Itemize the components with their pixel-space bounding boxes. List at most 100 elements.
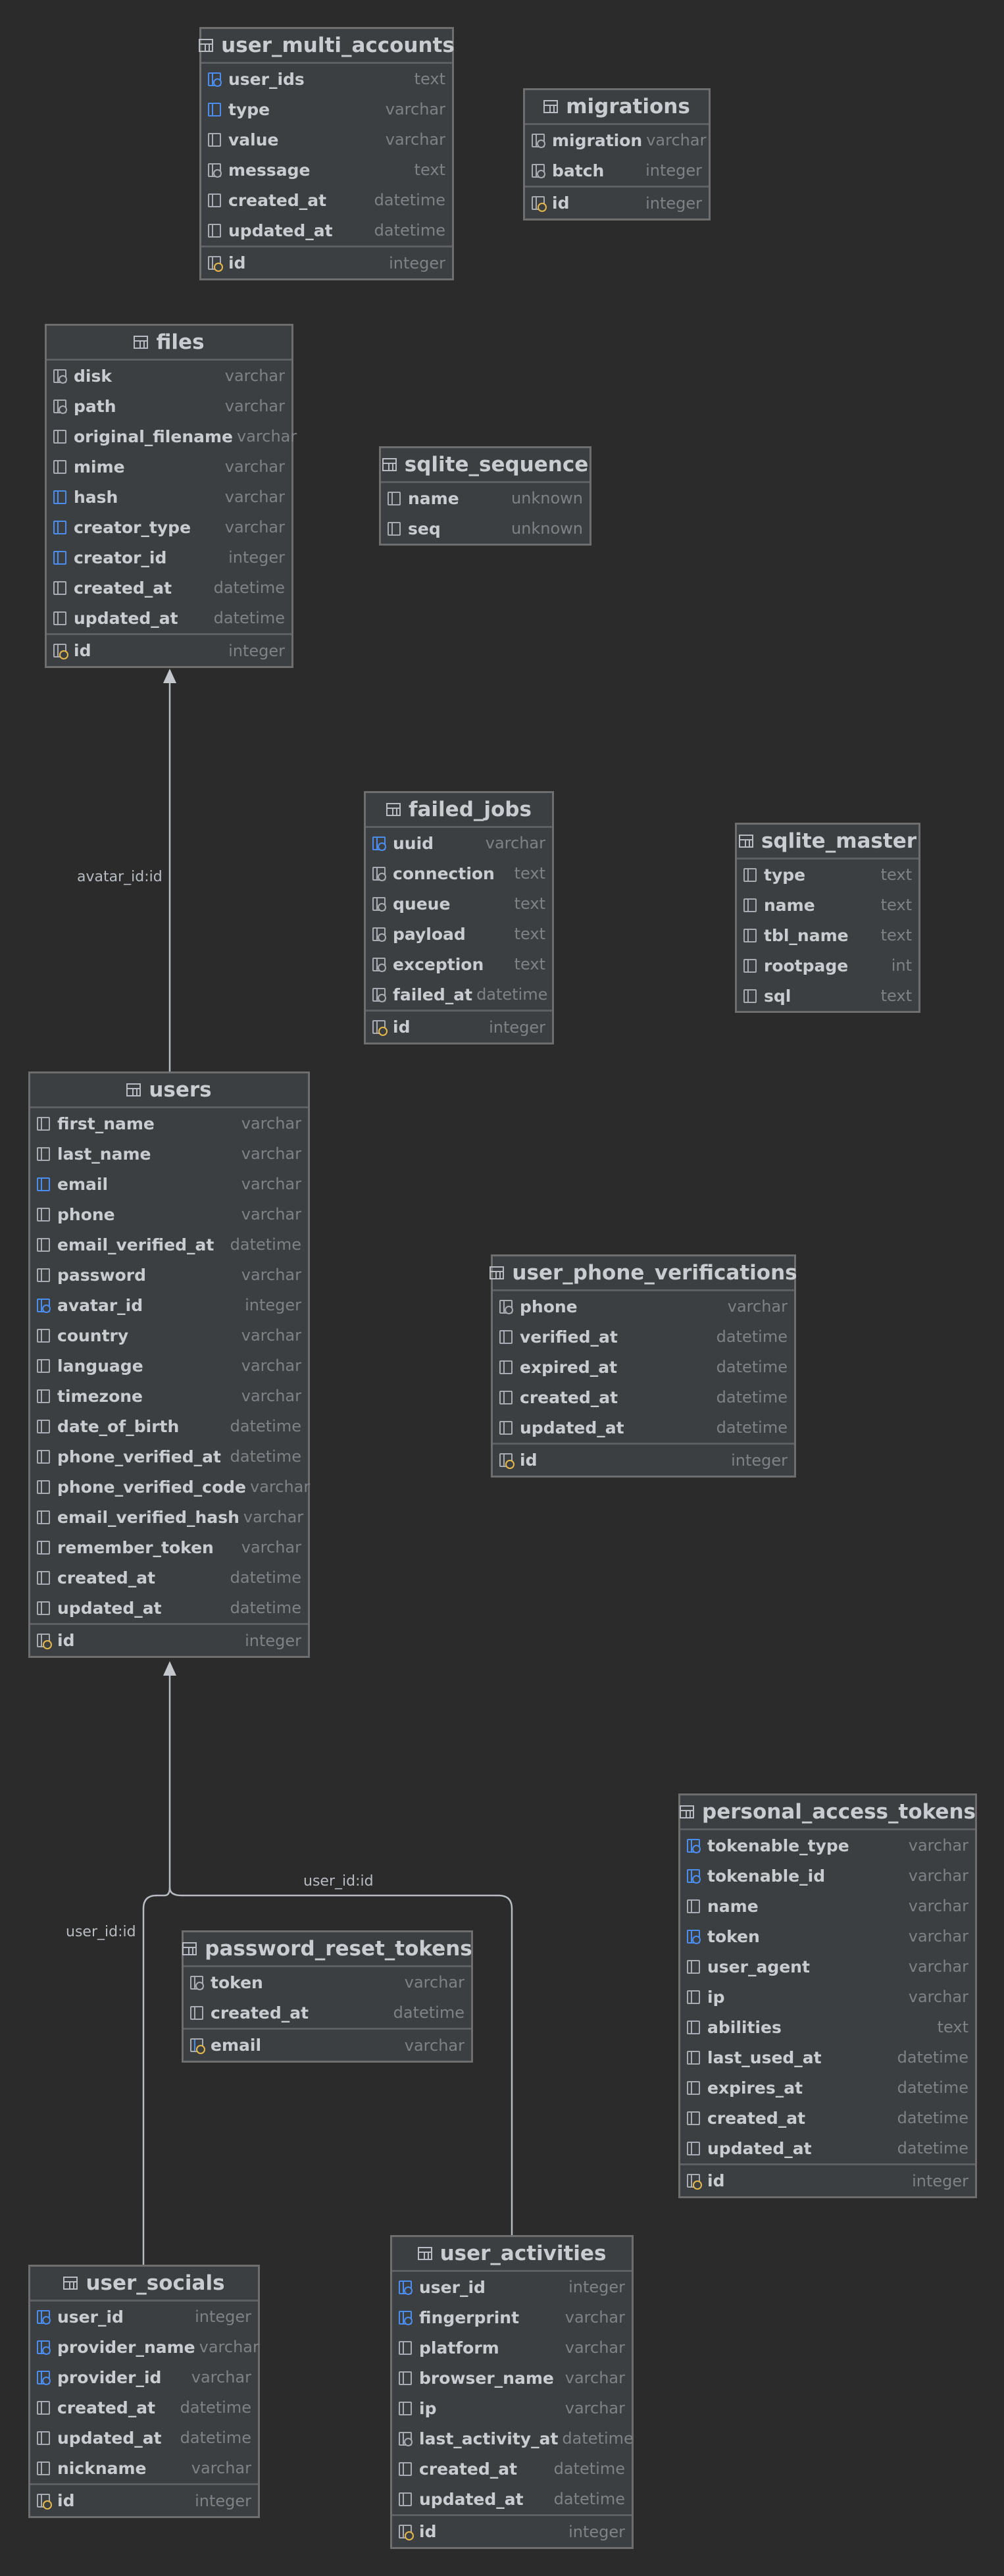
column-row[interactable]: verified_at datetime (493, 1322, 794, 1352)
column-row[interactable]: phone_verified_at datetime (30, 1441, 308, 1472)
column-row[interactable]: value varchar (201, 124, 452, 155)
table-header[interactable]: users (30, 1073, 308, 1108)
column-row[interactable]: browser_name varchar (392, 2363, 632, 2393)
table-header[interactable]: user_socials (30, 2267, 258, 2302)
column-row[interactable]: type varchar (201, 94, 452, 124)
column-row[interactable]: created_at datetime (30, 2392, 258, 2423)
column-row[interactable]: seq unknown (381, 513, 590, 544)
column-row[interactable]: created_at datetime (680, 2103, 975, 2133)
column-row[interactable]: name unknown (381, 483, 590, 513)
primary-key-row[interactable]: id integer (30, 1623, 308, 1656)
column-row[interactable]: migration varchar (525, 125, 709, 155)
column-row[interactable]: email varchar (30, 1169, 308, 1199)
table-files[interactable]: files disk varchar path varchar original_file… (45, 324, 297, 668)
table-header[interactable]: password_reset_tokens (182, 1932, 472, 1967)
column-row[interactable]: updated_at datetime (47, 603, 291, 633)
column-row[interactable]: last_used_at datetime (680, 2042, 975, 2073)
table-header[interactable]: failed_jobs (366, 793, 552, 828)
column-row[interactable]: language varchar (30, 1351, 308, 1381)
primary-key-row[interactable]: id integer (201, 245, 452, 278)
column-row[interactable]: tokenable_id varchar (680, 1861, 975, 1891)
column-row[interactable]: exception text (366, 949, 552, 979)
column-row[interactable]: updated_at datetime (392, 2484, 632, 2514)
column-row[interactable]: type text (737, 860, 918, 890)
column-row[interactable]: phone_verified_code varchar (30, 1472, 310, 1502)
column-row[interactable]: updated_at datetime (30, 2423, 258, 2453)
column-row[interactable]: tbl_name text (737, 920, 918, 950)
column-row[interactable]: user_ids text (201, 64, 452, 94)
column-row[interactable]: date_of_birth datetime (30, 1411, 308, 1441)
column-row[interactable]: hash varchar (47, 482, 291, 512)
column-row[interactable]: created_at datetime (30, 1562, 308, 1593)
column-row[interactable]: nickname varchar (30, 2453, 258, 2483)
column-row[interactable]: queue text (366, 889, 552, 919)
table-header[interactable]: user_phone_verifications (489, 1256, 797, 1291)
column-row[interactable]: rootpage int (737, 950, 918, 981)
primary-key-row[interactable]: id integer (366, 1010, 552, 1043)
primary-key-row[interactable]: id integer (493, 1443, 794, 1476)
column-row[interactable]: last_activity_at datetime (392, 2423, 634, 2454)
column-row[interactable]: updated_at datetime (493, 1412, 794, 1443)
column-row[interactable]: creator_id integer (47, 542, 291, 573)
column-row[interactable]: message text (201, 155, 452, 185)
column-row[interactable]: path varchar (47, 391, 291, 421)
column-row[interactable]: provider_name varchar (30, 2332, 259, 2362)
column-row[interactable]: mime varchar (47, 451, 291, 482)
column-row[interactable]: password varchar (30, 1260, 308, 1290)
table-header[interactable]: user_multi_accounts (199, 29, 455, 64)
table-sqlite-master[interactable]: sqlite_master type text name text tbl_name tex… (735, 823, 920, 1013)
column-row[interactable]: created_at datetime (493, 1382, 794, 1412)
column-row[interactable]: phone varchar (493, 1291, 794, 1322)
column-row[interactable]: created_at datetime (201, 185, 452, 215)
column-row[interactable]: first_name varchar (30, 1108, 308, 1139)
column-row[interactable]: name varchar (680, 1891, 975, 1921)
primary-key-row[interactable]: id integer (30, 2483, 258, 2516)
column-row[interactable]: avatar_id integer (30, 1290, 308, 1320)
column-row[interactable]: updated_at datetime (201, 215, 452, 245)
table-user-socials[interactable]: user_socials user_id integer provider_name v… (28, 2265, 260, 2518)
table-users[interactable]: users first_name varchar last_name varchar em… (28, 1071, 310, 1658)
column-row[interactable]: tokenable_type varchar (680, 1830, 975, 1861)
table-personal-access-tokens[interactable]: personal_access_tokens tokenable_type varc… (678, 1793, 977, 2198)
primary-key-row[interactable]: id integer (392, 2514, 632, 2547)
table-user-multi-accounts[interactable]: user_multi_accounts user_ids text type varch… (199, 27, 455, 280)
column-row[interactable]: token varchar (680, 1921, 975, 1951)
column-row[interactable]: payload text (366, 919, 552, 949)
column-row[interactable]: user_agent varchar (680, 1951, 975, 1982)
column-row[interactable]: country varchar (30, 1320, 308, 1351)
column-row[interactable]: failed_at datetime (366, 979, 552, 1010)
column-row[interactable]: batch integer (525, 155, 709, 186)
column-row[interactable]: token varchar (184, 1967, 471, 1997)
table-user-activities[interactable]: user_activities user_id integer fingerprint… (390, 2235, 634, 2549)
table-header[interactable]: sqlite_master (737, 825, 918, 860)
column-row[interactable]: sql text (737, 981, 918, 1011)
column-row[interactable]: expires_at datetime (680, 2073, 975, 2103)
column-row[interactable]: last_name varchar (30, 1139, 308, 1169)
column-row[interactable]: original_filename varchar (47, 421, 297, 451)
column-row[interactable]: email_verified_hash varchar (30, 1502, 308, 1532)
table-migrations[interactable]: migrations migration varchar batch integer id… (523, 88, 711, 220)
column-row[interactable]: fingerprint varchar (392, 2302, 632, 2332)
relation-line[interactable] (142, 1664, 171, 2265)
column-row[interactable]: remember_token varchar (30, 1532, 308, 1562)
column-row[interactable]: updated_at datetime (30, 1593, 308, 1623)
table-header[interactable]: migrations (525, 90, 709, 125)
column-row[interactable]: connection text (366, 858, 552, 889)
column-row[interactable]: uuid varchar (366, 828, 552, 858)
table-header[interactable]: files (47, 326, 291, 361)
table-password-reset-tokens[interactable]: password_reset_tokens token varchar created… (182, 1930, 473, 2063)
table-header[interactable]: user_activities (392, 2237, 632, 2272)
column-row[interactable]: phone varchar (30, 1199, 308, 1229)
column-row[interactable]: ip varchar (680, 1982, 975, 2012)
table-failed-jobs[interactable]: failed_jobs uuid varchar connection text queu… (364, 791, 554, 1044)
column-row[interactable]: created_at datetime (392, 2454, 632, 2484)
column-row[interactable]: email_verified_at datetime (30, 1229, 308, 1260)
column-row[interactable]: abilities text (680, 2012, 975, 2042)
column-row[interactable]: platform varchar (392, 2332, 632, 2363)
column-row[interactable]: disk varchar (47, 361, 291, 391)
column-row[interactable]: created_at datetime (184, 1997, 471, 2028)
column-row[interactable]: updated_at datetime (680, 2133, 975, 2163)
column-row[interactable]: name text (737, 890, 918, 920)
primary-key-row[interactable]: id integer (525, 186, 709, 219)
table-header[interactable]: sqlite_sequence (381, 448, 590, 483)
